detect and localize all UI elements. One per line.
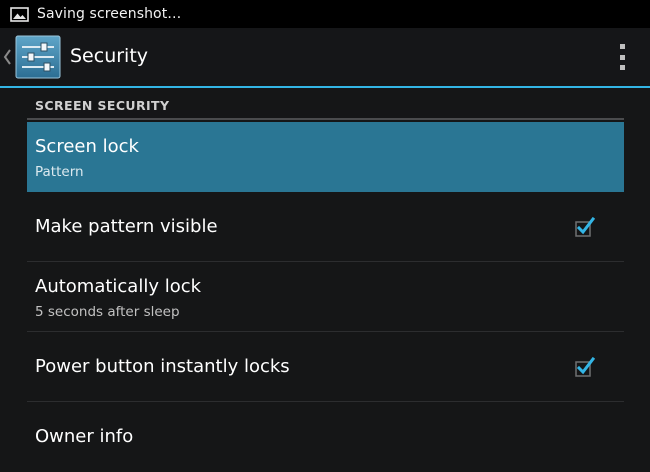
overflow-dot: [619, 65, 625, 70]
settings-sliders-icon[interactable]: [14, 33, 62, 81]
checkbox-checked-icon[interactable]: [575, 216, 596, 237]
preference-list: SCREEN SECURITY Screen lock Pattern Make…: [0, 88, 650, 472]
overflow-dot: [619, 54, 625, 60]
power-button-locks-item[interactable]: Power button instantly locks: [27, 332, 624, 402]
item-title: Make pattern visible: [35, 216, 218, 237]
category-title: SCREEN SECURITY: [35, 98, 170, 113]
owner-info-item[interactable]: Owner info: [27, 402, 624, 472]
make-pattern-visible-item[interactable]: Make pattern visible: [27, 192, 624, 262]
category-divider: [27, 118, 624, 120]
screen-lock-item[interactable]: Screen lock Pattern: [27, 122, 624, 192]
action-bar: Security: [0, 28, 650, 86]
page-title: Security: [70, 45, 149, 67]
checkbox-checked-icon[interactable]: [575, 356, 596, 377]
image-icon: [10, 6, 29, 22]
android-settings-screen: Saving screenshot… Security SCREEN SECUR…: [0, 0, 650, 472]
notification-text: Saving screenshot…: [37, 6, 182, 22]
automatically-lock-item[interactable]: Automatically lock 5 seconds after sleep: [27, 262, 624, 332]
overflow-dot: [619, 44, 625, 49]
item-title: Power button instantly locks: [35, 356, 290, 377]
category-header: SCREEN SECURITY: [27, 88, 624, 120]
status-bar: Saving screenshot…: [0, 0, 650, 28]
item-title: Automatically lock: [35, 276, 202, 297]
item-title: Screen lock: [35, 136, 139, 157]
up-caret-icon[interactable]: [2, 47, 12, 67]
item-summary: Pattern: [35, 164, 84, 180]
overflow-menu-icon[interactable]: [616, 44, 628, 70]
item-title: Owner info: [35, 426, 134, 447]
item-summary: 5 seconds after sleep: [35, 304, 180, 320]
